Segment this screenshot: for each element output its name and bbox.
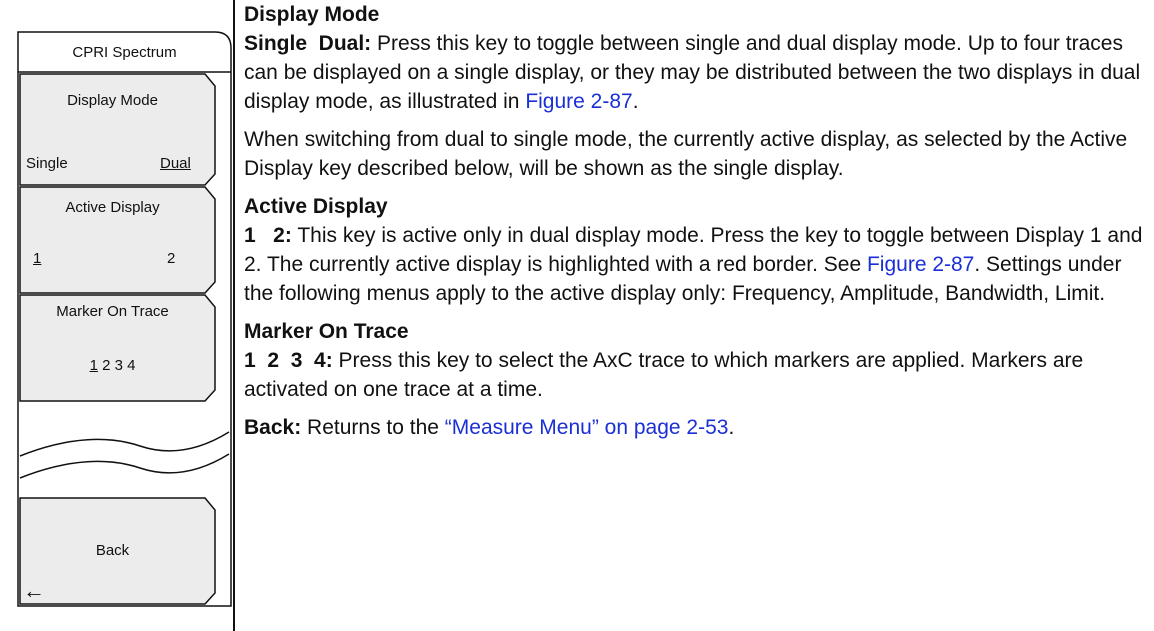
active-display-option-1: 1 <box>33 250 42 267</box>
marker-on-trace-text: Press this key to select the AxC trace t… <box>244 349 1084 401</box>
display-mode-keyname: Single Dual: <box>244 32 372 55</box>
marker-on-trace-heading: Marker On Trace <box>244 320 409 343</box>
marker-on-trace-paragraph: 1 2 3 4: Press this key to select the Ax… <box>244 346 1149 404</box>
active-display-option-2: 2 <box>167 250 176 267</box>
description-column: Display Mode Single Dual: Press this key… <box>244 0 1149 442</box>
active-display-label: Active Display <box>65 199 160 216</box>
figure-2-87-link-2[interactable]: Figure 2-87 <box>867 253 974 276</box>
back-keyname: Back: <box>244 416 302 439</box>
display-mode-text: Press this key to toggle between single … <box>244 32 1141 113</box>
display-mode-note: When switching from dual to single mode,… <box>244 128 1128 180</box>
marker-trace-options-rest: 2 3 4 <box>97 357 136 374</box>
marker-trace-option-1: 1 <box>89 357 98 374</box>
active-display-keyname: 1 2: <box>244 224 292 247</box>
display-mode-text-end: . <box>632 90 639 113</box>
marker-on-trace-options: 1 2 3 4 <box>20 357 205 374</box>
menu-title: CPRI Spectrum <box>72 44 177 61</box>
figure-2-87-link[interactable]: Figure 2-87 <box>525 90 632 113</box>
column-divider <box>233 0 235 631</box>
back-text-end: . <box>728 416 735 439</box>
display-mode-label: Display Mode <box>67 92 158 109</box>
display-mode-heading: Display Mode <box>244 3 380 26</box>
active-display-paragraph: 1 2: This key is active only in dual dis… <box>244 221 1149 308</box>
active-display-heading: Active Display <box>244 195 388 218</box>
back-label: Back <box>95 542 130 559</box>
back-key[interactable]: Back ← <box>20 498 215 604</box>
marker-on-trace-key[interactable]: Marker On Trace 1 2 3 4 <box>20 295 215 401</box>
measure-menu-link[interactable]: “Measure Menu” on page 2-53 <box>445 416 729 439</box>
active-display-key[interactable]: Active Display 1 2 <box>20 187 215 293</box>
back-paragraph: Back: Returns to the “Measure Menu” on p… <box>244 413 1149 442</box>
marker-on-trace-keyname: 1 2 3 4: <box>244 349 333 372</box>
display-mode-dual-option: Dual <box>160 155 191 172</box>
marker-on-trace-label: Marker On Trace <box>56 303 169 320</box>
back-arrow-icon: ← <box>23 578 45 603</box>
display-mode-paragraph: Single Dual: Press this key to toggle be… <box>244 29 1149 116</box>
display-mode-key[interactable]: Display Mode Single Dual <box>20 74 215 185</box>
back-text: Returns to the <box>301 416 445 439</box>
display-mode-single-option: Single <box>26 155 68 172</box>
